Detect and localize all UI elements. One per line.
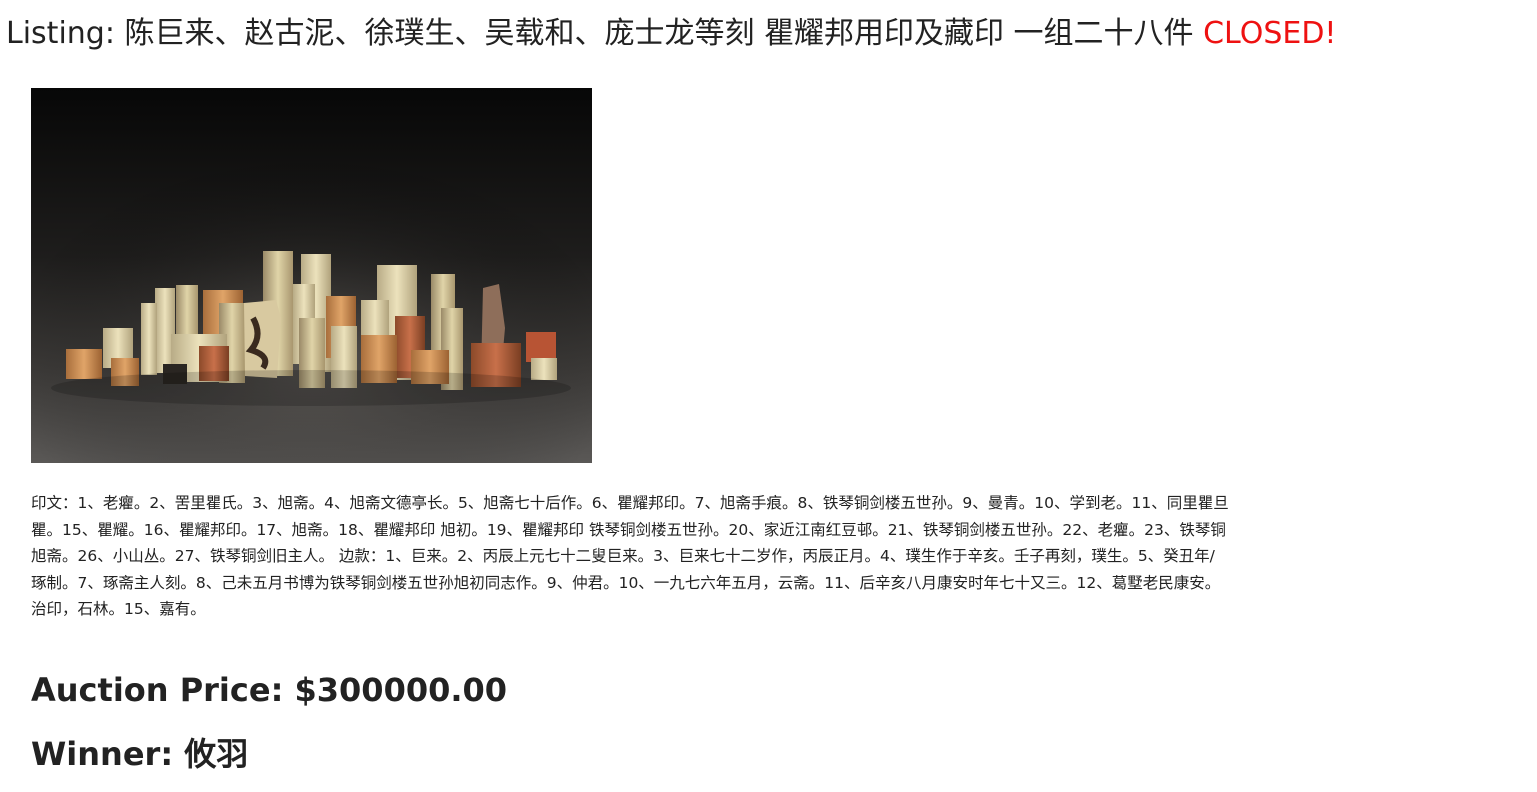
winner-label: Winner: [31,735,185,773]
listing-name: 陈巨来、赵古泥、徐璞生、吴载和、庞士龙等刻 瞿耀邦用印及藏印 一组二十八件 [124,16,1194,51]
listing-photo[interactable] [31,88,592,463]
seals-photo-image [31,88,592,463]
description-line: 治印，石林。15、嘉有。 [31,600,206,618]
description-line: 瞿。15、瞿耀。16、瞿耀邦印。17、旭斋。18、瞿耀邦印 旭初。19、瞿耀邦印… [31,520,1226,539]
winner: Winner: 攸羽 [31,730,248,778]
winner-name: 攸羽 [184,735,249,773]
auction-price: Auction Price: $300000.00 [31,666,507,714]
listing-prefix: Listing: [6,16,125,51]
listing-title: Listing: 陈巨来、赵古泥、徐璞生、吴载和、庞士龙等刻 瞿耀邦用印及藏印 … [6,12,1336,56]
auction-price-label: Auction Price: [31,671,295,709]
description-line: 旭斋。26、小山丛。27、铁琴铜剑旧主人。 边款：1、巨来。2、丙辰上元七十二叟… [31,547,1215,565]
description-line: 琢制。7、琢斋主人刻。8、己未五月书博为铁琴铜剑楼五世孙旭初同志作。9、仲君。1… [31,573,1221,592]
status-badge: CLOSED! [1203,16,1337,51]
auction-price-value: $300000.00 [294,671,508,709]
description: 印文：1、老癯。2、罟里瞿氏。3、旭斋。4、旭斋文德亭长。5、旭斋七十后作。6、… [31,490,1537,640]
description-line: 印文：1、老癯。2、罟里瞿氏。3、旭斋。4、旭斋文德亭长。5、旭斋七十后作。6、… [31,494,1229,512]
